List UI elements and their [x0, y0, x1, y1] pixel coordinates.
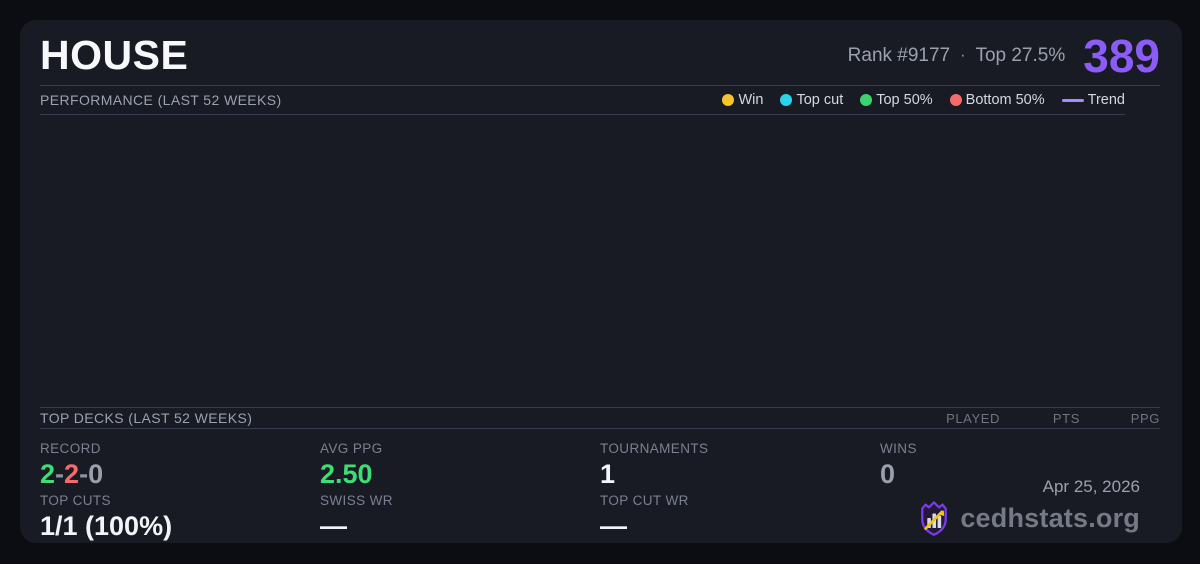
top-decks-header-row: TOP DECKS (LAST 52 WEEKS) PLAYED PTS PPG: [40, 407, 1160, 429]
stats-card: HOUSE Rank #9177 · Top 27.5% 389 PERFORM…: [20, 20, 1182, 543]
stat-record: RECORD 2-2-0: [40, 441, 310, 490]
stat-top-cuts: TOP CUTS 1/1 (100%): [40, 493, 310, 542]
legend-label: Top 50%: [876, 92, 933, 108]
cedhstats-shield-logo-icon: [921, 501, 948, 536]
record-separator: -: [79, 459, 89, 489]
score-value: 389: [1083, 30, 1160, 82]
legend-item-trend: Trend: [1061, 92, 1125, 108]
chart-legend: Win Top cut Top 50% Bottom 50% Trend: [722, 92, 1125, 108]
stat-swiss-wr: SWISS WR —: [320, 493, 590, 542]
card-header: HOUSE Rank #9177 · Top 27.5% 389: [40, 20, 1160, 86]
legend-label: Bottom 50%: [965, 92, 1045, 108]
report-date: Apr 25, 2026: [1042, 477, 1140, 496]
stat-label: AVG PPG: [320, 441, 383, 456]
rank-separator: ·: [960, 47, 966, 64]
column-header-played: PLAYED: [946, 410, 1000, 426]
legend-item-bottom50: Bottom 50%: [949, 92, 1045, 108]
stat-value-swiss-wr: —: [320, 511, 347, 541]
stat-label: RECORD: [40, 441, 101, 456]
trend-line-icon: [1061, 98, 1084, 102]
stat-label: TOURNAMENTS: [600, 441, 709, 456]
column-header-pts: PTS: [1052, 410, 1080, 426]
legend-item-top50: Top 50%: [860, 92, 933, 108]
legend-item-win: Win: [722, 92, 763, 108]
stat-label: TOP CUT WR: [600, 493, 689, 508]
stat-value-top-cut-wr: —: [600, 511, 627, 541]
rank-summary: Rank #9177 · Top 27.5% 389: [848, 27, 1160, 85]
performance-chart: [40, 115, 1160, 407]
stat-value-avg-ppg: 2.50: [320, 459, 373, 489]
stat-label: TOP CUTS: [40, 493, 111, 508]
stat-label: SWISS WR: [320, 493, 393, 508]
performance-header-row: PERFORMANCE (LAST 52 WEEKS) Win Top cut …: [40, 86, 1125, 115]
stat-top-cut-wr: TOP CUT WR —: [600, 493, 870, 542]
record-separator: -: [55, 459, 65, 489]
stat-label: WINS: [880, 441, 917, 456]
record-draws: 0: [88, 459, 104, 489]
record-wins: 2: [40, 459, 56, 489]
legend-label: Top cut: [796, 92, 844, 108]
brand-name: cedhstats.org: [960, 502, 1140, 533]
card-footer: Apr 25, 2026 cedhstats.org: [916, 477, 1140, 537]
top-decks-columns: PLAYED PTS PPG: [920, 411, 1160, 426]
brand-row: cedhstats.org: [916, 499, 1140, 537]
top-cut-dot-icon: [780, 94, 793, 106]
stat-value-tournaments: 1: [600, 459, 616, 489]
rank-number: Rank #9177: [847, 45, 951, 66]
record-losses: 2: [64, 459, 80, 489]
legend-label: Trend: [1087, 92, 1125, 108]
rank-text: Rank #9177 · Top 27.5%: [848, 27, 1066, 85]
stats-grid: RECORD 2-2-0 AVG PPG 2.50 TOURNAMENTS 1 …: [20, 429, 1182, 543]
performance-section-title: PERFORMANCE (LAST 52 WEEKS): [40, 92, 282, 108]
stat-tournaments: TOURNAMENTS 1: [600, 441, 870, 490]
top50-dot-icon: [860, 94, 873, 106]
win-dot-icon: [722, 94, 735, 106]
stat-avg-ppg: AVG PPG 2.50: [320, 441, 590, 490]
page-title: HOUSE: [40, 32, 189, 78]
legend-label: Win: [738, 92, 764, 108]
stat-value-record: 2-2-0: [40, 459, 310, 490]
top-decks-section-title: TOP DECKS (LAST 52 WEEKS): [40, 410, 253, 426]
legend-item-top-cut: Top cut: [780, 92, 843, 108]
bottom50-dot-icon: [949, 94, 962, 106]
stat-value-top-cuts: 1/1 (100%): [40, 511, 173, 541]
column-header-ppg: PPG: [1130, 410, 1160, 426]
top-percent: Top 27.5%: [975, 45, 1066, 66]
